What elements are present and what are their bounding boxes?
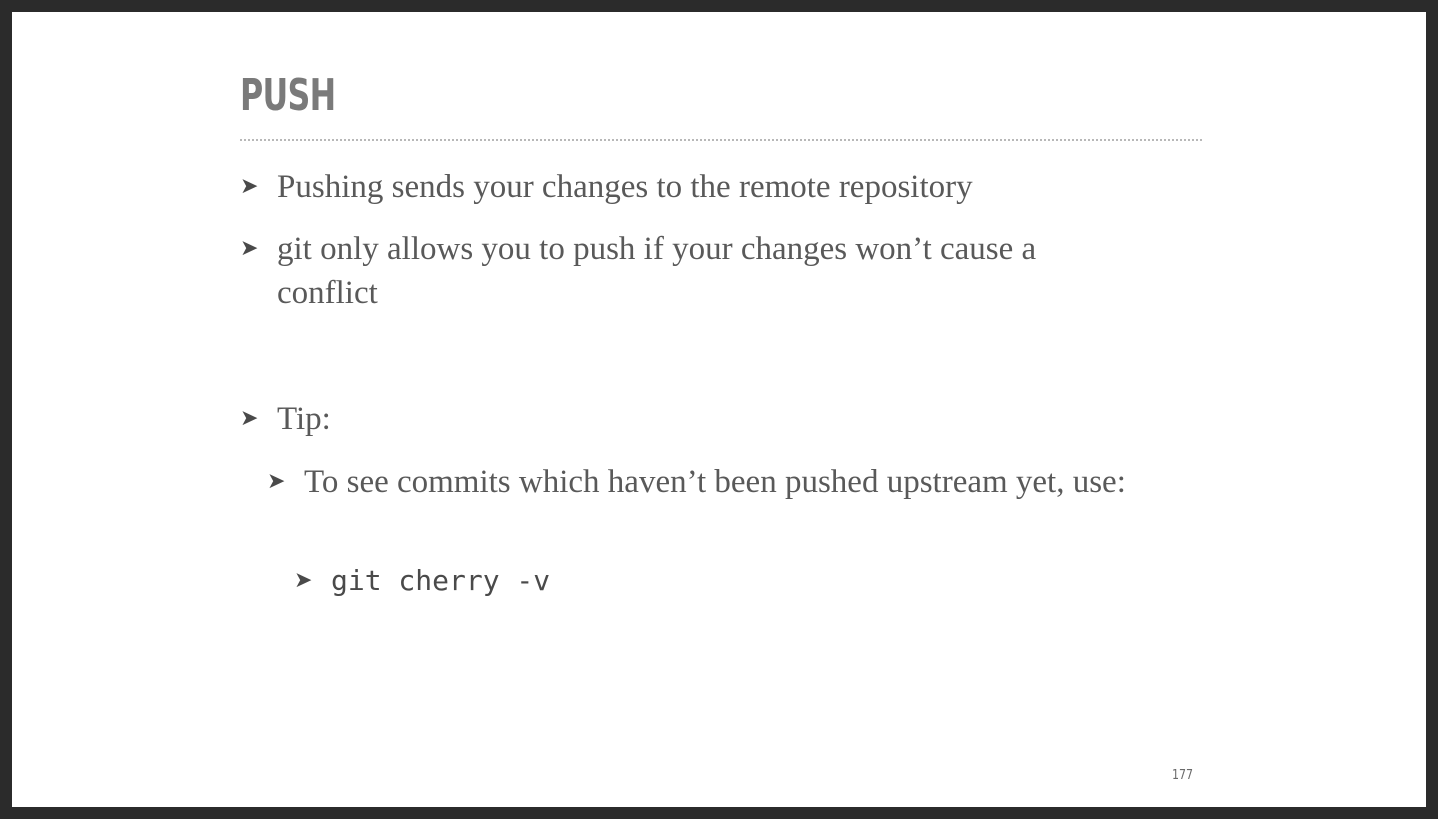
arrowhead-bullet-icon: ➤ xyxy=(294,568,313,593)
sub-bullet-item: ➤ To see commits which haven’t been push… xyxy=(267,460,1147,504)
code-command: git cherry -v xyxy=(331,564,551,597)
title-divider xyxy=(240,139,1202,141)
bullet-text: To see commits which haven’t been pushed… xyxy=(304,464,1126,500)
arrowhead-bullet-icon: ➤ xyxy=(240,174,259,199)
bullet-item: ➤ git only allows you to push if your ch… xyxy=(240,227,1140,315)
arrowhead-bullet-icon: ➤ xyxy=(240,406,259,431)
bullet-item: ➤ Tip: xyxy=(240,397,1140,441)
page-number: 177 xyxy=(1172,768,1194,783)
slide-title: PUSH xyxy=(240,70,336,121)
presentation-frame: PUSH ➤ Pushing sends your changes to the… xyxy=(0,0,1438,819)
arrowhead-bullet-icon: ➤ xyxy=(240,236,259,261)
slide: PUSH ➤ Pushing sends your changes to the… xyxy=(12,12,1426,807)
arrowhead-bullet-icon: ➤ xyxy=(267,469,286,494)
bullet-text: git only allows you to push if your chan… xyxy=(277,231,1037,311)
bullet-item: ➤ Pushing sends your changes to the remo… xyxy=(240,165,1140,209)
bullet-text: Tip: xyxy=(277,401,331,437)
sub-sub-bullet-item: ➤ git cherry -v xyxy=(294,559,894,603)
bullet-text: Pushing sends your changes to the remote… xyxy=(277,169,973,205)
